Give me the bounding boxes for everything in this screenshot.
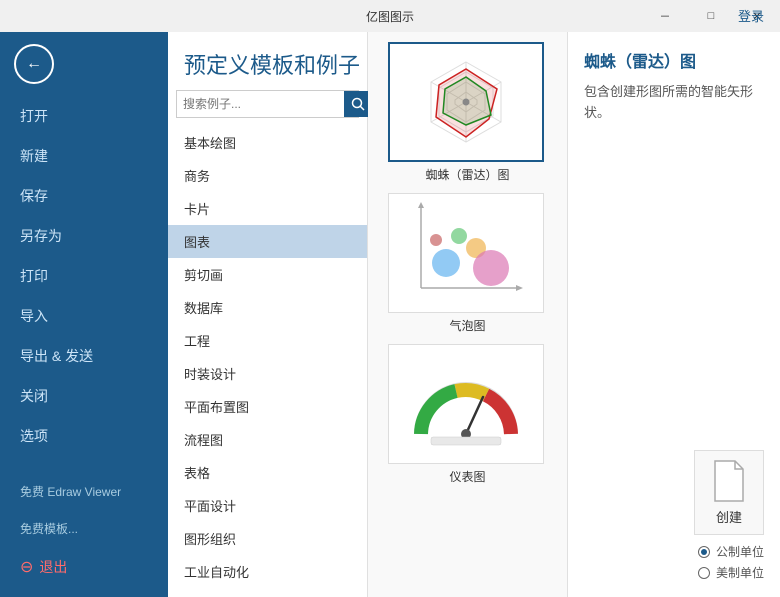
sidebar-item-import[interactable]: 导入 [0, 296, 168, 336]
back-icon: ← [26, 55, 42, 73]
maximize-button[interactable]: □ [688, 0, 734, 32]
sidebar-bottom: 免费 Edraw Viewer 免费模板... ⊖ 退出 [0, 473, 168, 597]
create-button[interactable]: 创建 [694, 450, 764, 535]
sidebar-item-new[interactable]: 新建 [0, 136, 168, 176]
template-label-bubble: 气泡图 [388, 317, 548, 338]
sidebar-item-export[interactable]: 导出 & 发送 [0, 336, 168, 376]
exit-label: 退出 [39, 557, 67, 577]
template-item-bubble[interactable]: 气泡图 [388, 193, 548, 338]
category-item-flowchart[interactable]: 流程图 [168, 423, 367, 456]
titlebar: 亿图图示 － □ ✕ [0, 0, 780, 32]
content-area: 预定义模板和例子 基本绘图 商务 卡片 图表 剪切画 数据库 工程 时装设计 [168, 32, 780, 597]
category-item-clip[interactable]: 剪切画 [168, 258, 367, 291]
template-thumb-bubble [388, 193, 544, 313]
category-list: 基本绘图 商务 卡片 图表 剪切画 数据库 工程 时装设计 平面布置图 流程图 … [168, 126, 367, 597]
sidebar-item-saveas[interactable]: 另存为 [0, 216, 168, 256]
category-item-fashion[interactable]: 时装设计 [168, 357, 367, 390]
unit-imperial-label: 美制单位 [716, 564, 764, 581]
category-item-industrial[interactable]: 工业自动化 [168, 555, 367, 588]
category-item-floor[interactable]: 平面布置图 [168, 390, 367, 423]
radar-chart [401, 47, 531, 157]
file-icon [711, 459, 747, 503]
sidebar-item-print[interactable]: 打印 [0, 256, 168, 296]
template-item-radar[interactable]: 蜘蛛（雷达）图 [388, 42, 548, 187]
category-item-infographic[interactable]: 信息图 [168, 588, 367, 597]
sidebar-item-close[interactable]: 关闭 [0, 376, 168, 416]
template-thumb-radar [388, 42, 544, 162]
category-item-org[interactable]: 图形组织 [168, 522, 367, 555]
create-label: 创建 [716, 507, 742, 526]
category-item-table[interactable]: 表格 [168, 456, 367, 489]
template-item-gauge[interactable]: 仪表图 [388, 344, 548, 489]
main-layout: ← 打开 新建 保存 另存为 打印 导入 导出 & 发送 关闭 选项 免费 Ed… [0, 32, 780, 597]
unit-radio-group: 公制单位 美制单位 [698, 543, 764, 581]
category-item-card[interactable]: 卡片 [168, 192, 367, 225]
sidebar-item-options[interactable]: 选项 [0, 416, 168, 456]
search-icon [351, 97, 365, 111]
create-section: 创建 公制单位 美制单位 [584, 450, 764, 581]
category-panel: 预定义模板和例子 基本绘图 商务 卡片 图表 剪切画 数据库 工程 时装设计 [168, 32, 368, 597]
template-thumb-gauge [388, 344, 544, 464]
sidebar-item-viewer[interactable]: 免费 Edraw Viewer [0, 473, 168, 510]
minimize-button[interactable]: － [642, 0, 688, 32]
category-item-engineering[interactable]: 工程 [168, 324, 367, 357]
sidebar-item-exit[interactable]: ⊖ 退出 [0, 547, 168, 587]
category-item-database[interactable]: 数据库 [168, 291, 367, 324]
search-input[interactable] [177, 97, 344, 111]
search-bar [176, 90, 359, 118]
category-item-flat[interactable]: 平面设计 [168, 489, 367, 522]
unit-metric-label: 公制单位 [716, 543, 764, 560]
unit-imperial-radio[interactable] [698, 567, 710, 579]
info-panel: 蜘蛛（雷达）图 包含创建形图所需的智能矢形状。 创建 公制单位 [568, 32, 780, 597]
unit-imperial[interactable]: 美制单位 [698, 564, 764, 581]
unit-metric-radio[interactable] [698, 546, 710, 558]
unit-metric[interactable]: 公制单位 [698, 543, 764, 560]
template-panel: 蜘蛛（雷达）图 [368, 32, 568, 597]
template-label-gauge: 仪表图 [388, 468, 548, 489]
sidebar: ← 打开 新建 保存 另存为 打印 导入 导出 & 发送 关闭 选项 免费 Ed… [0, 32, 168, 597]
content-title: 预定义模板和例子 [168, 32, 367, 90]
template-label-radar: 蜘蛛（雷达）图 [388, 166, 548, 187]
sidebar-item-save[interactable]: 保存 [0, 176, 168, 216]
sidebar-item-templates[interactable]: 免费模板... [0, 510, 168, 547]
exit-icon: ⊖ [20, 557, 33, 577]
category-item-business[interactable]: 商务 [168, 159, 367, 192]
app-title: 亿图图示 [366, 8, 414, 25]
sidebar-item-open[interactable]: 打开 [0, 96, 168, 136]
category-item-basic[interactable]: 基本绘图 [168, 126, 367, 159]
category-item-chart[interactable]: 图表 [168, 225, 367, 258]
info-title: 蜘蛛（雷达）图 [584, 48, 764, 72]
info-description: 包含创建形图所需的智能矢形状。 [584, 82, 764, 124]
gauge-chart [401, 359, 531, 449]
bubble-chart [401, 198, 531, 308]
back-button[interactable]: ← [14, 44, 54, 84]
